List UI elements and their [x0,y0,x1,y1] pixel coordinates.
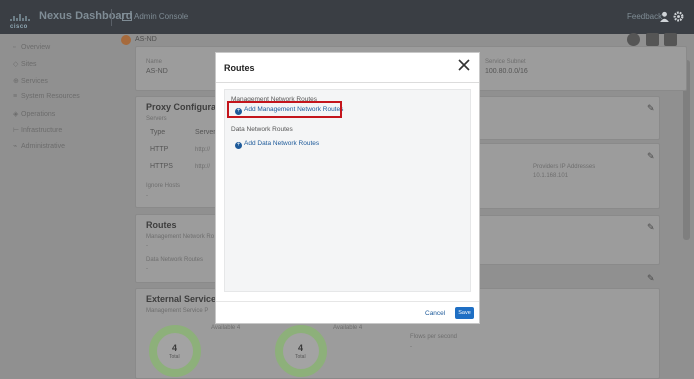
proxy-config-card [135,96,225,208]
data-routes-value: - [146,266,148,272]
user-icon[interactable] [659,11,670,22]
sidebar-item-label: System Resources [21,93,80,100]
edit-pencil-icon[interactable]: ✎ [647,151,655,162]
services-icon: ⊕ [13,78,19,85]
sidebar-item-operations[interactable]: ◈ Operations [13,110,55,118]
sidebar-item-label: Infrastructure [21,127,63,134]
routes-modal: Routes Management Network Routes + Add Ma… [215,52,480,324]
admin-console-label[interactable]: Admin Console [134,12,188,21]
edit-pencil-icon[interactable]: ✎ [647,103,655,114]
console-icon [122,13,132,21]
sidebar-item-sites[interactable]: ◇ Sites [13,60,37,68]
data-routes-section-label: Data Network Routes [231,126,293,133]
sidebar-item-label: Services [21,78,48,85]
mgmt-routes-label: Management Network Ro [146,234,215,240]
providers-ip-label: Providers IP Addresses [533,164,596,170]
proxy-row-type: HTTP [150,146,169,153]
cluster-name-value: AS-ND [146,68,168,75]
ignore-hosts-label: Ignore Hosts [146,183,181,189]
cisco-wordmark: cisco [10,24,28,30]
right-card-1 [478,96,660,140]
proxy-col-type: Type [150,129,166,136]
cluster-name-label: Name [146,59,163,65]
bell-icon[interactable] [646,33,659,46]
sidebar-item-overview[interactable]: ▫ Overview [13,44,50,51]
close-icon[interactable] [456,57,472,73]
proxy-row-server: http:// [195,147,211,153]
grid-icon: ▫ [13,44,16,51]
right-card-3 [478,215,660,265]
modal-title: Routes [224,63,255,73]
proxy-servers-label: Servers [146,116,167,122]
save-button[interactable]: Save [455,307,474,319]
admin-icon: ⌁ [13,143,18,150]
available-label: Available 4 [333,325,363,331]
external-service-title: External Service P [146,294,225,304]
donut-number: 4 [298,343,304,353]
service-subnet-value: 100.80.0.0/16 [485,68,528,75]
flows-value: - [410,344,412,350]
sidebar-item-label: Administrative [21,143,65,150]
plus-circle-icon: + [235,142,242,149]
site-status-icon [121,35,131,45]
proxy-col-server: Server [195,129,216,136]
sidebar-item-label: Overview [21,44,51,51]
sidebar-item-services[interactable]: ⊕ Services [13,77,48,85]
sidebar-item-label: Sites [21,61,37,68]
external-service-sub: Management Service P [146,308,209,314]
site-label[interactable]: AS-ND [135,36,157,43]
service-subnet-label: Service Subnet [485,59,526,65]
add-data-routes-label: Add Data Network Routes [244,140,320,147]
modal-header: Routes [216,53,479,83]
cancel-button[interactable]: Cancel [425,310,445,317]
donut-number: 4 [172,343,178,353]
modal-footer: Cancel Save [216,301,479,323]
donut-sub-label: Total [169,354,180,360]
sites-icon: ◇ [13,61,19,68]
ignore-hosts-value: - [146,193,148,199]
settings-gear-icon[interactable] [673,11,684,22]
operations-icon: ◈ [13,111,19,118]
sidebar-item-administrative[interactable]: ⌁ Administrative [13,142,65,150]
topbar-divider [111,9,112,26]
infrastructure-icon: ⊢ [13,127,20,134]
proxy-row-server: http:// [195,164,211,170]
providers-ip-value: 10.1.168.101 [533,173,569,179]
edit-pencil-icon[interactable]: ✎ [647,273,655,284]
donut-sub-label: Total [295,354,306,360]
data-routes-label: Data Network Routes [146,257,204,263]
feedback-link[interactable]: Feedback [627,12,662,21]
right-card-2 [478,143,660,209]
add-data-routes-link[interactable]: + Add Data Network Routes [235,140,319,149]
routes-card-title: Routes [146,220,177,230]
sidebar-item-label: Operations [21,111,56,118]
top-bar: cisco Nexus Dashboard Admin Console Feed… [0,0,694,34]
modal-body: Management Network Routes + Add Managemen… [224,89,471,292]
edit-pencil-icon[interactable]: ✎ [647,222,655,233]
flows-label: Flows per second [410,334,458,340]
resources-icon: ≡ [13,93,18,100]
sidebar-item-infrastructure[interactable]: ⊢ Infrastructure [13,126,62,134]
mgmt-routes-value: - [146,243,148,249]
highlight-box [227,101,342,118]
sidebar-item-system-resources[interactable]: ≡ System Resources [13,93,80,100]
refresh-icon[interactable] [627,33,640,46]
available-label: Available 4 [211,325,241,331]
app-title[interactable]: Nexus Dashboard [39,10,133,22]
proxy-row-type: HTTPS [150,163,173,170]
export-icon[interactable] [664,33,677,46]
